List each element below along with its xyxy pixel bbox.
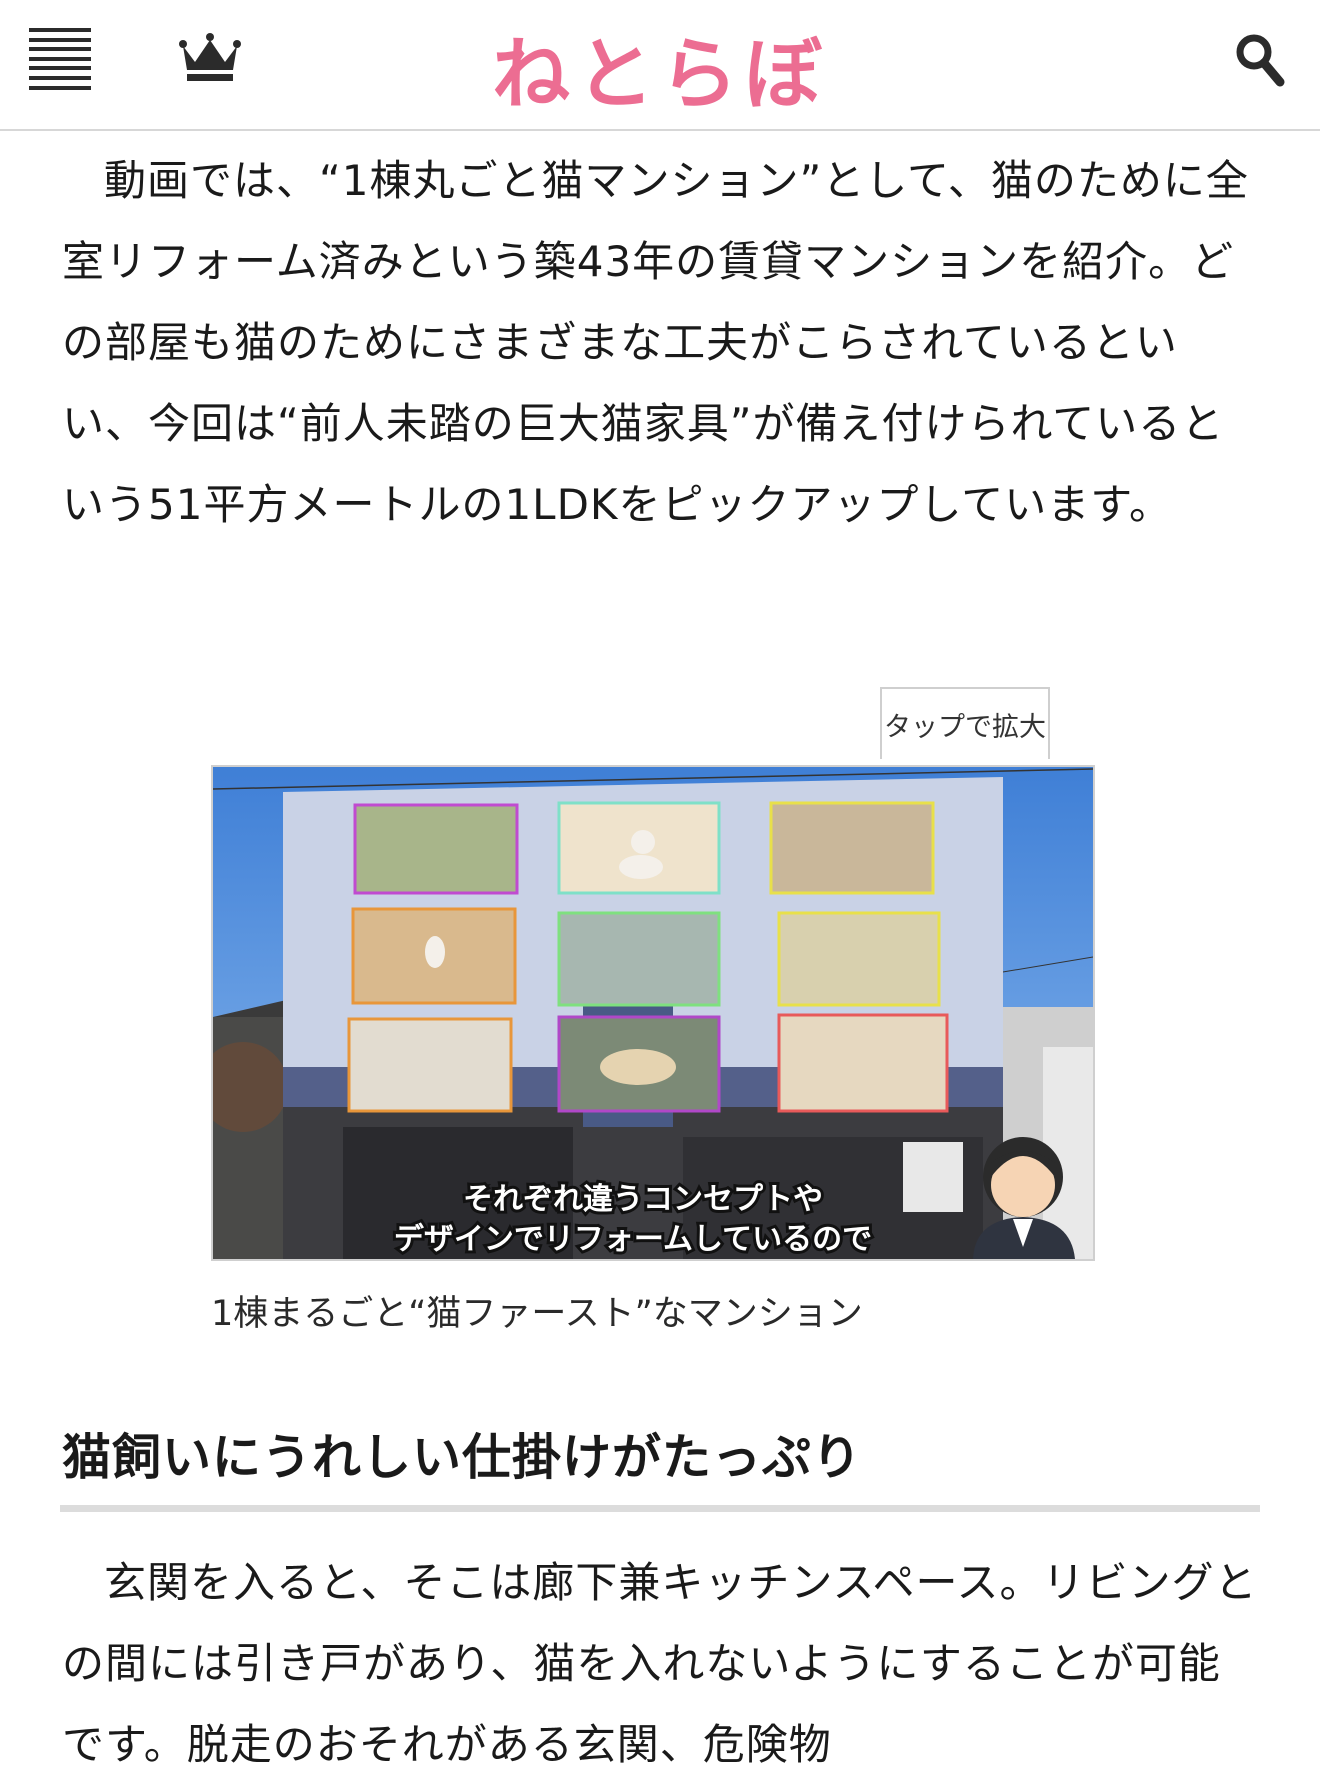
image-caption: 1棟まるごと“猫ファースト”なマンション — [211, 1294, 863, 1334]
image-subtitle-line2: デザインでリフォームしているので — [394, 1222, 872, 1257]
tap-to-zoom-button[interactable]: タップで拡大 — [880, 687, 1050, 759]
article-paragraph-2: 玄関を入ると、そこは廊下兼キッチンスペース。リビングとの間には引き戸があり、猫を… — [62, 1558, 1258, 1769]
image-subtitle-line1: それぞれ違うコンセプトや — [463, 1182, 823, 1217]
site-header: ねとらぼ — [0, 0, 1320, 131]
article-paragraph: 動画では、“1棟丸ごと猫マンション”として、猫のために全室リフォーム済みという築… — [62, 156, 1249, 529]
site-logo[interactable]: ねとらぼ — [0, 12, 1320, 124]
article-image[interactable]: それぞれ違うコンセプトや デザインでリフォームしているので — [211, 765, 1095, 1261]
heading-underline — [60, 1505, 1260, 1512]
section-heading: 猫飼いにうれしい仕掛けがたっぷり — [62, 1429, 863, 1486]
search-icon[interactable] — [1234, 32, 1286, 92]
